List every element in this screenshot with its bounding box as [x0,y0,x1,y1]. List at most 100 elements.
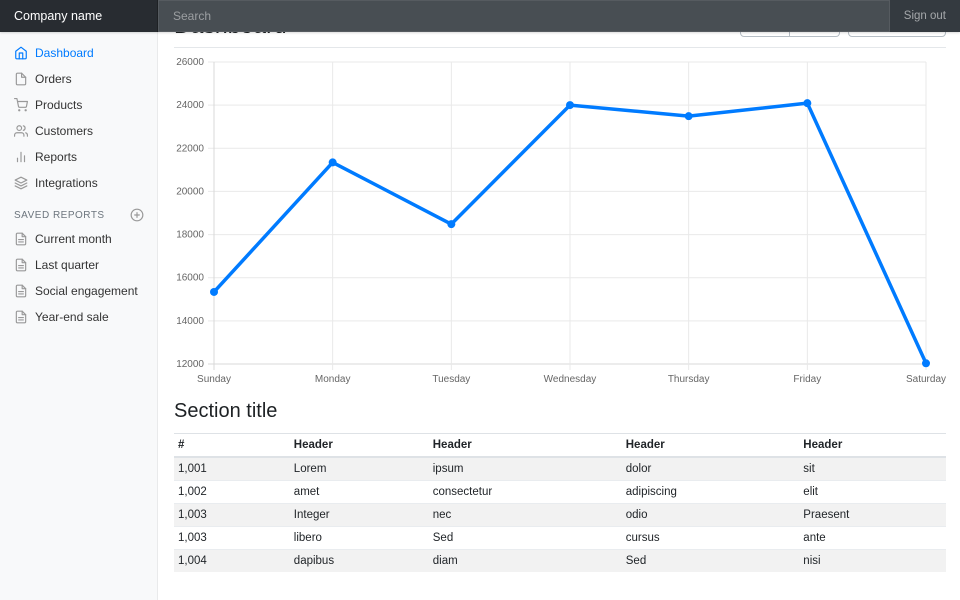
table-cell: Sed [429,527,622,550]
sidebar-item-current-month[interactable]: Current month [0,226,158,252]
table-cell: odio [622,504,800,527]
sidebar-item-products[interactable]: Products [0,92,158,118]
sidebar-item-integrations[interactable]: Integrations [0,170,158,196]
home-icon [14,46,28,60]
sidebar-item-label: Year-end sale [35,310,109,324]
table-column-header: Header [429,434,622,458]
search-input[interactable] [158,0,890,32]
table-cell: 1,001 [174,457,290,481]
sidebar-item-label: Integrations [35,176,98,190]
table-column-header: Header [622,434,800,458]
sidebar-item-orders[interactable]: Orders [0,66,158,92]
tick-label: Sunday [197,374,231,385]
data-table: #HeaderHeaderHeaderHeader 1,001Loremipsu… [174,433,946,572]
table-cell: ante [799,527,946,550]
table-row: 1,003IntegernecodioPraesent [174,504,946,527]
chart-point [803,99,811,107]
table-column-header: # [174,434,290,458]
table-cell: 1,004 [174,550,290,573]
table-column-header: Header [290,434,429,458]
file-text-icon [14,232,28,246]
tick-label: 18000 [176,230,204,241]
shopping-cart-icon [14,98,28,112]
main-content: Dashboard Share Export This week 1200014… [158,0,960,572]
sidebar-nav: Dashboard Orders Products Customers Reports I… [0,40,158,196]
bar-chart-icon [14,150,28,164]
users-icon [14,124,28,138]
table-row: 1,001Loremipsumdolorsit [174,457,946,481]
section-title: Section title [174,400,946,423]
saved-reports-label: Saved reports [14,210,105,221]
sidebar-item-year-end-sale[interactable]: Year-end sale [0,304,158,330]
file-text-icon [14,310,28,324]
table-cell: 1,003 [174,504,290,527]
table-cell: Sed [622,550,800,573]
tick-label: Wednesday [544,374,597,385]
sidebar-item-customers[interactable]: Customers [0,118,158,144]
sidebar: Dashboard Orders Products Customers Reports I… [0,32,158,600]
table-cell: cursus [622,527,800,550]
weekly-line-chart: 1200014000160001800020000220002400026000… [174,54,946,386]
table-cell: Integer [290,504,429,527]
file-icon [14,72,28,86]
top-navbar: Company name Sign out [0,0,960,32]
sidebar-item-label: Social engagement [35,284,138,298]
table-cell: 1,003 [174,527,290,550]
sidebar-item-social-engagement[interactable]: Social engagement [0,278,158,304]
sidebar-item-label: Products [35,98,82,112]
saved-reports-nav: Current month Last quarter Social engageme… [0,226,158,330]
table-row: 1,002ametconsecteturadipiscingelit [174,481,946,504]
chart-point [447,220,455,228]
sign-out-link[interactable]: Sign out [890,0,960,32]
sidebar-item-dashboard[interactable]: Dashboard [0,40,158,66]
chart-point [685,112,693,120]
sidebar-item-last-quarter[interactable]: Last quarter [0,252,158,278]
chart-point [210,288,218,296]
chart-point [922,359,930,367]
sidebar-item-reports[interactable]: Reports [0,144,158,170]
tick-label: Saturday [906,374,946,385]
table-header-row: #HeaderHeaderHeaderHeader [174,434,946,458]
tick-label: Friday [793,374,821,385]
table-cell: Lorem [290,457,429,481]
table-cell: dapibus [290,550,429,573]
tick-label: Monday [315,374,351,385]
tick-label: 22000 [176,143,204,154]
table-cell: libero [290,527,429,550]
table-cell: elit [799,481,946,504]
brand: Company name [0,0,158,32]
table-cell: consectetur [429,481,622,504]
table-cell: 1,002 [174,481,290,504]
layers-icon [14,176,28,190]
table-cell: dolor [622,457,800,481]
table-column-header: Header [799,434,946,458]
plus-circle-icon[interactable] [130,208,144,222]
sidebar-item-label: Current month [35,232,112,246]
sidebar-item-label: Orders [35,72,72,86]
saved-reports-heading: Saved reports [0,196,158,226]
table-row: 1,004dapibusdiamSednisi [174,550,946,573]
table-cell: sit [799,457,946,481]
tick-label: Thursday [668,374,710,385]
table-cell: nec [429,504,622,527]
line-chart-svg: 1200014000160001800020000220002400026000… [174,54,954,386]
file-text-icon [14,284,28,298]
table-cell: nisi [799,550,946,573]
tick-label: 14000 [176,316,204,327]
sidebar-item-label: Dashboard [35,46,94,60]
table-cell: ipsum [429,457,622,481]
sidebar-item-label: Customers [35,124,93,138]
table-cell: adipiscing [622,481,800,504]
table-cell: amet [290,481,429,504]
tick-label: 24000 [176,100,204,111]
sidebar-item-label: Reports [35,150,77,164]
tick-label: 16000 [176,273,204,284]
sidebar-item-label: Last quarter [35,258,99,272]
tick-label: 12000 [176,359,204,370]
tick-label: Tuesday [432,374,470,385]
tick-label: 26000 [176,57,204,68]
table-cell: Praesent [799,504,946,527]
table-cell: diam [429,550,622,573]
file-text-icon [14,258,28,272]
chart-point [566,101,574,109]
